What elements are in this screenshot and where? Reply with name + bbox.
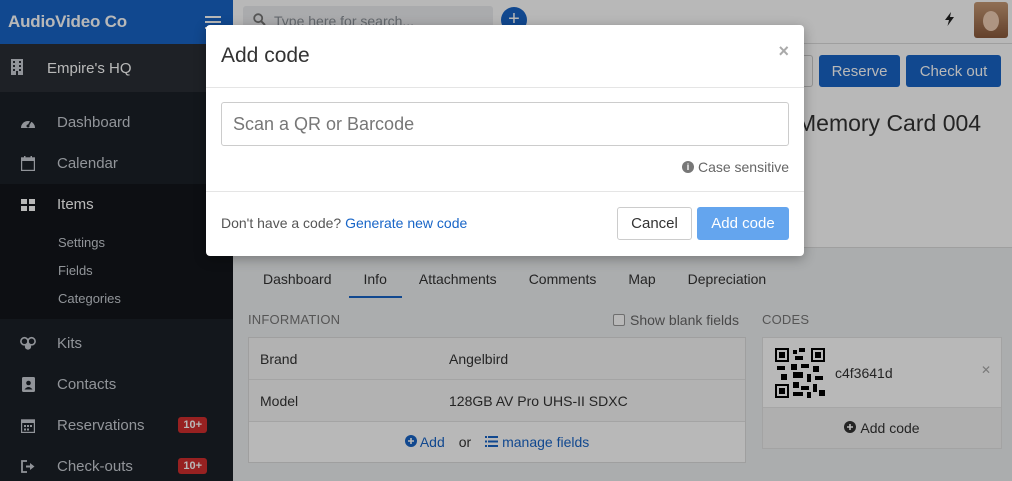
generate-code-link[interactable]: Generate new code — [345, 215, 467, 231]
add-code-button[interactable]: Add code — [697, 207, 789, 240]
case-sensitive-label: Case sensitive — [697, 159, 789, 175]
modal-body: i Case sensitive — [206, 88, 804, 192]
case-sensitive-note: i Case sensitive — [681, 159, 789, 175]
code-input[interactable] — [221, 102, 789, 146]
cancel-button[interactable]: Cancel — [617, 207, 692, 240]
no-code-text: Don't have a code? Generate new code — [221, 215, 467, 231]
modal-header: Add code × — [206, 25, 804, 88]
info-icon: i — [681, 161, 694, 173]
modal-title: Add code — [221, 44, 310, 67]
close-icon[interactable]: × — [778, 41, 789, 62]
add-code-modal: Add code × i Case sensitive Don't have a… — [206, 25, 804, 256]
no-code-prompt: Don't have a code? — [221, 215, 342, 231]
modal-footer: Don't have a code? Generate new code Can… — [206, 192, 804, 255]
